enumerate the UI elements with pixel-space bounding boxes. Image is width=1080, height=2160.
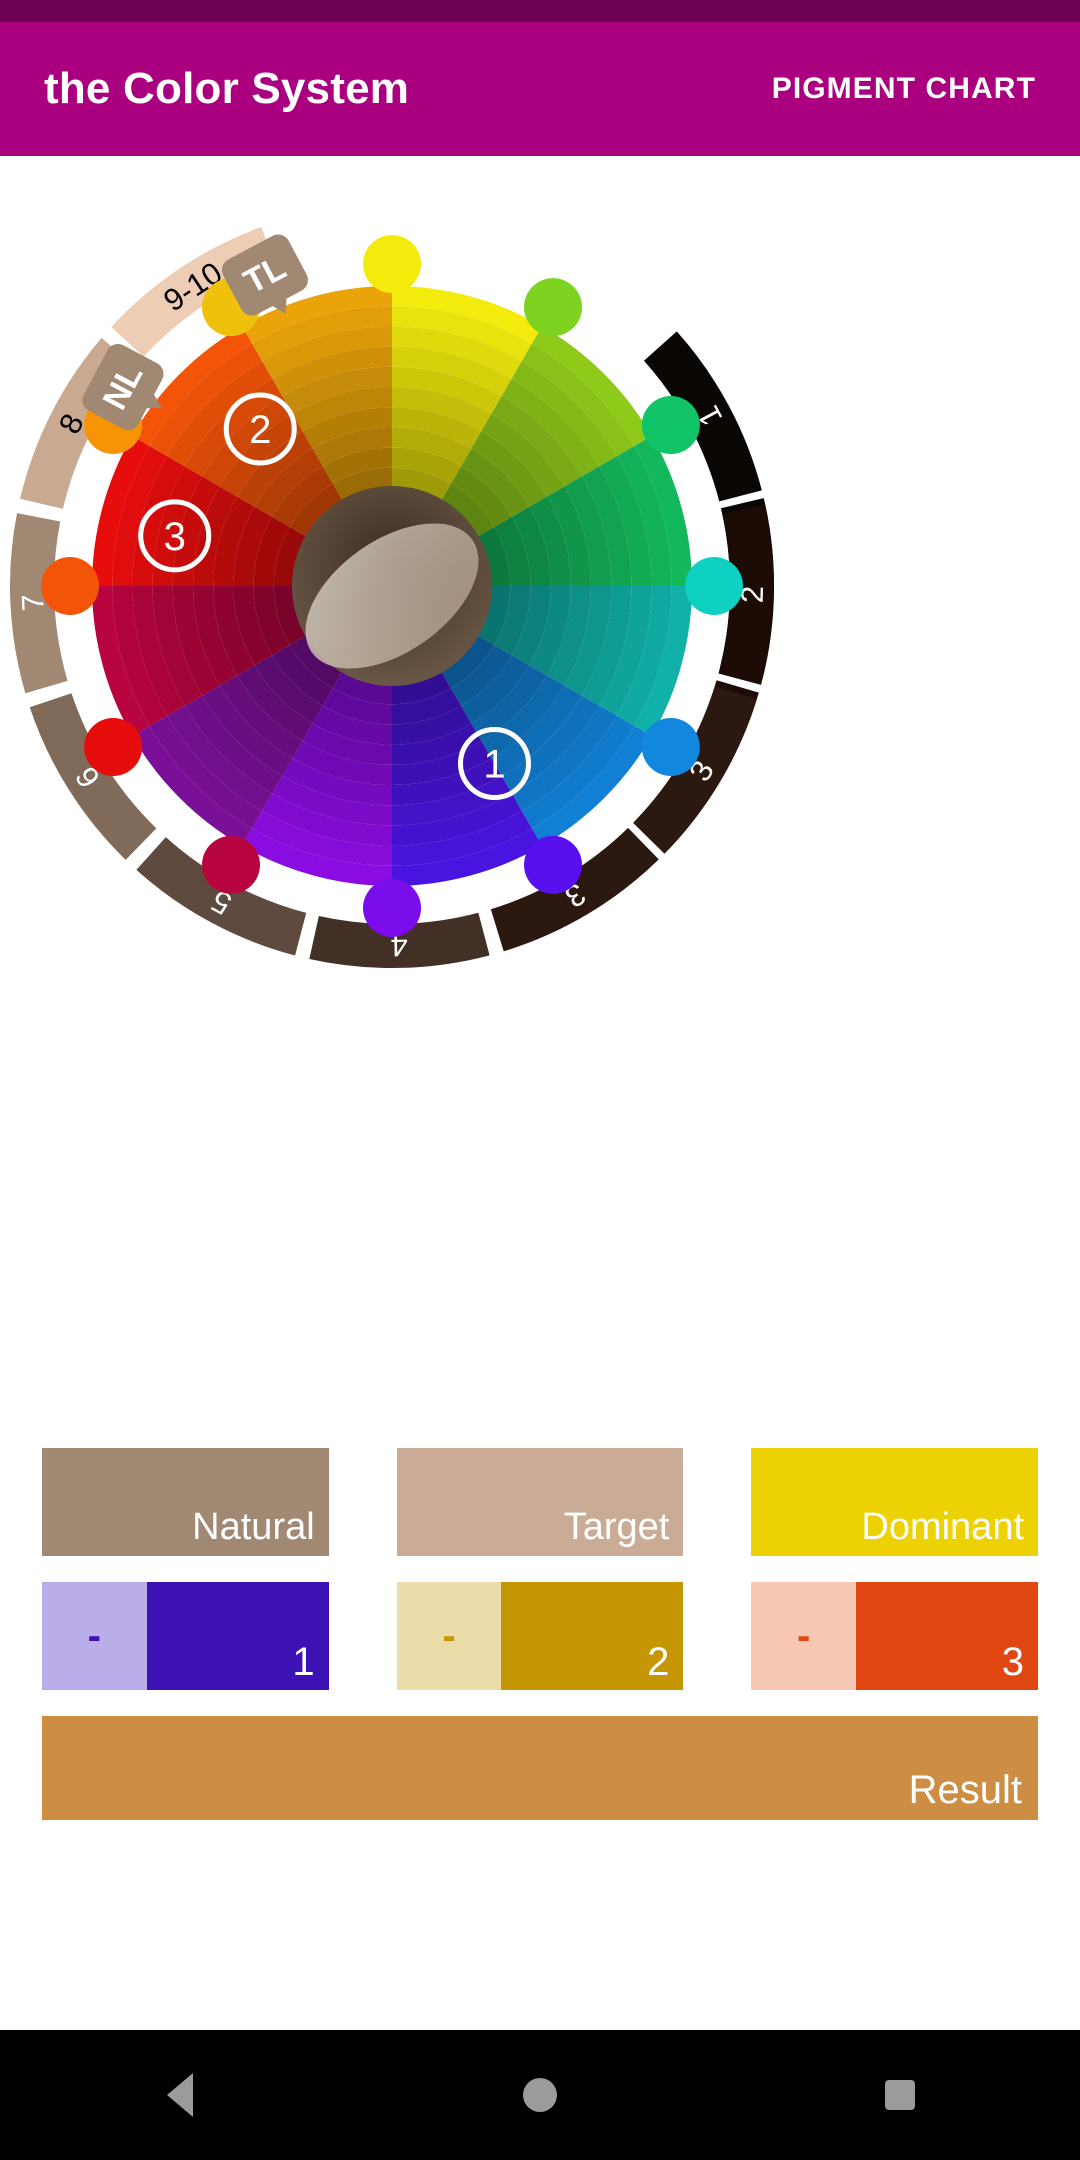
pigment-2-minus: - [442, 1614, 456, 1658]
pigment-1-value-cell[interactable]: 1 [146, 1582, 329, 1690]
dominant-swatch[interactable]: Dominant [751, 1448, 1039, 1556]
dot-teal [685, 557, 743, 615]
natural-level-chip-label: NL [95, 357, 150, 416]
pigment-3-value-cell[interactable]: 3 [855, 1582, 1039, 1690]
dot-green [641, 396, 700, 454]
pigment-1[interactable]: - 1 [42, 1582, 329, 1690]
pigment-chart-button[interactable]: PIGMENT CHART [772, 72, 1036, 106]
natural-swatch[interactable]: Natural [42, 1448, 329, 1556]
back-icon [167, 2073, 193, 2117]
pigment-2-value-cell[interactable]: 2 [501, 1582, 684, 1690]
pigment-3-minus-cell[interactable]: - [751, 1582, 856, 1690]
dot-violet [363, 879, 421, 937]
pigment-1-minus-cell[interactable]: - [42, 1582, 147, 1690]
pigment-2-number: 2 [647, 1640, 670, 1684]
swatch-panel: Natural Target Dominant - 1 - 2 - 3 Resu… [0, 1448, 1080, 1820]
pigment-1-minus: - [87, 1614, 101, 1658]
color-wheel-svg[interactable]: 9-1087654321123 123 [0, 156, 1080, 1340]
marker-2-label: 2 [249, 408, 271, 452]
nav-home-button[interactable] [480, 2030, 600, 2160]
target-level-chip-label: TL [237, 248, 293, 302]
dot-red [84, 718, 143, 776]
marker-3-label: 3 [164, 515, 186, 559]
pigment-3[interactable]: - 3 [751, 1582, 1039, 1690]
nav-back-button[interactable] [120, 2030, 240, 2160]
pigment-3-minus: - [796, 1614, 811, 1658]
dot-violet-blue [524, 835, 582, 894]
swatch-row-result: Result [0, 1716, 1080, 1820]
pigment-3-number: 3 [1001, 1640, 1025, 1684]
natural-swatch-label: Natural [192, 1506, 315, 1548]
home-icon [523, 2078, 557, 2112]
pigment-2-minus-cell[interactable]: - [396, 1582, 502, 1690]
dot-magenta [202, 835, 260, 894]
color-wheel-stage[interactable]: 9-1087654321123 123 TL NL [0, 156, 1080, 1340]
app-bar: the Color System PIGMENT CHART [0, 22, 1080, 156]
swatch-row-top: Natural Target Dominant [0, 1448, 1080, 1556]
nav-recents-button[interactable] [840, 2030, 960, 2160]
swatch-row-pigments: - 1 - 2 - 3 [0, 1582, 1080, 1690]
target-swatch[interactable]: Target [396, 1448, 684, 1556]
dominant-swatch-label: Dominant [861, 1506, 1025, 1548]
target-swatch-label: Target [563, 1506, 670, 1548]
pigment-1-number: 1 [292, 1640, 315, 1684]
dot-yellow-green [524, 278, 582, 337]
result-swatch-label: Result [908, 1768, 1022, 1812]
android-nav-bar [0, 2030, 1080, 2160]
marker-1-label: 1 [483, 743, 505, 787]
dot-yellow [363, 235, 421, 293]
recents-icon [885, 2080, 915, 2110]
app-root: the Color System PIGMENT CHART 9-10 8 7 … [0, 0, 1080, 2160]
pigment-2[interactable]: - 2 [396, 1582, 684, 1690]
dot-orange-red [41, 557, 99, 615]
dot-blue [641, 718, 700, 776]
status-bar [0, 0, 1080, 22]
page-title: the Color System [44, 64, 410, 113]
result-swatch[interactable]: Result [42, 1716, 1038, 1820]
